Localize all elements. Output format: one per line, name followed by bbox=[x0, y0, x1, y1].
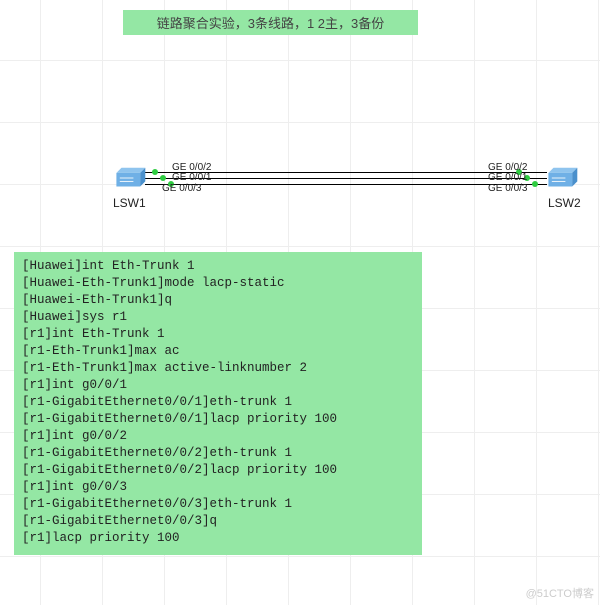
switch-icon bbox=[113, 166, 147, 190]
port-label-right-bot: GE 0/0/3 bbox=[488, 184, 527, 194]
port-dot bbox=[532, 181, 538, 187]
cli-output: [Huawei]int Eth-Trunk 1 [Huawei-Eth-Trun… bbox=[14, 252, 422, 555]
port-dot bbox=[160, 175, 166, 181]
port-label-left-mid: GE 0/0/1 bbox=[172, 173, 211, 183]
switch-label-lsw2: LSW2 bbox=[548, 196, 581, 210]
watermark: @51CTO博客 bbox=[526, 585, 594, 601]
diagram-title: 链路聚合实验，3条线路，1 2主，3备份 bbox=[123, 10, 418, 35]
port-label-right-mid: GE 0/0/1 bbox=[488, 173, 527, 183]
switch-label-lsw1: LSW1 bbox=[113, 196, 146, 210]
link-line-3 bbox=[145, 184, 547, 185]
port-dot bbox=[152, 169, 158, 175]
switch-lsw1[interactable] bbox=[113, 166, 147, 190]
port-label-left-bot: GE 0/0/3 bbox=[162, 184, 201, 194]
switch-lsw2[interactable] bbox=[545, 166, 579, 190]
switch-icon bbox=[545, 166, 579, 190]
